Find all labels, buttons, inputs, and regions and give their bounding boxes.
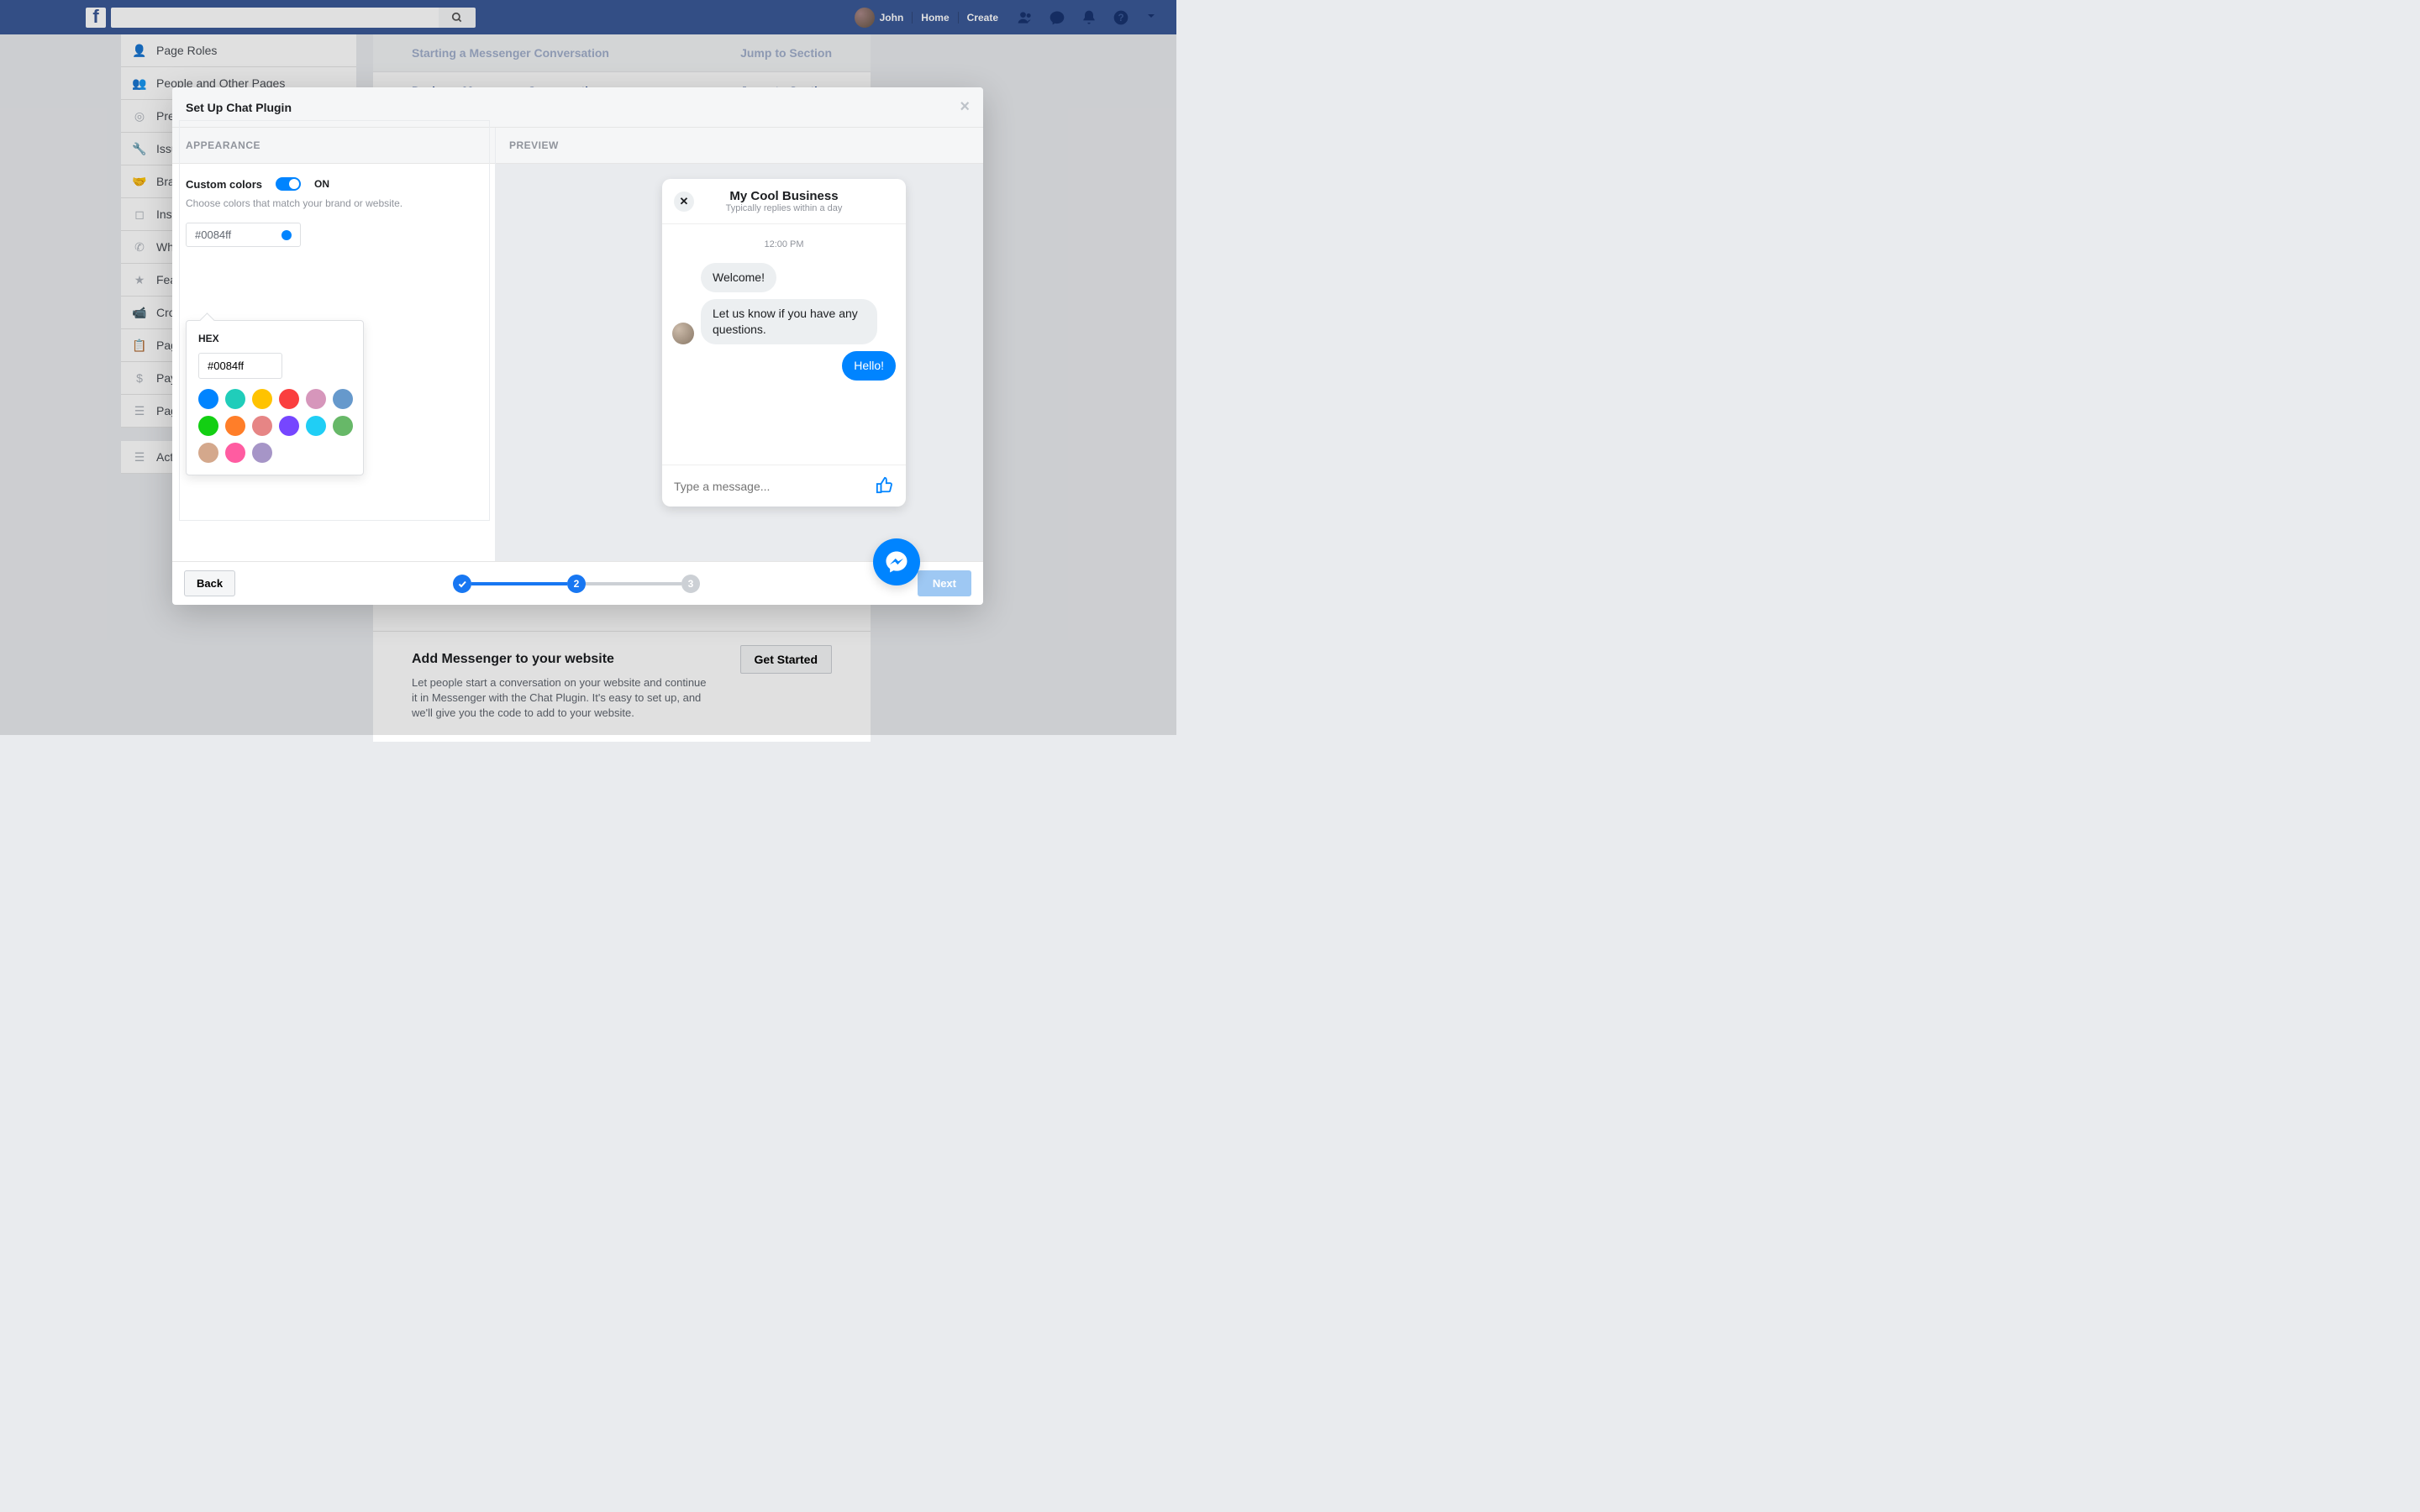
color-swatch-7[interactable] xyxy=(225,416,245,436)
chat-bubble-reply: Hello! xyxy=(842,351,896,381)
hex-label: HEX xyxy=(198,333,351,344)
color-swatch-1[interactable] xyxy=(225,389,245,409)
preview-head: PREVIEW xyxy=(496,128,983,164)
chat-plugin-modal: Set Up Chat Plugin × APPEARANCE Custom c… xyxy=(172,87,983,605)
color-swatch-5[interactable] xyxy=(333,389,353,409)
like-button[interactable] xyxy=(876,475,894,496)
toggle-state: ON xyxy=(314,178,329,190)
chat-bubble-help: Let us know if you have any questions. xyxy=(701,299,877,344)
color-swatch-11[interactable] xyxy=(333,416,353,436)
color-input[interactable]: #0084ff xyxy=(186,223,301,247)
chat-title: My Cool Business xyxy=(694,189,874,203)
color-swatch-12[interactable] xyxy=(198,443,218,463)
chat-subtitle: Typically replies within a day xyxy=(694,203,874,213)
close-button[interactable]: × xyxy=(960,97,970,117)
color-swatch-6[interactable] xyxy=(198,416,218,436)
back-button[interactable]: Back xyxy=(184,570,235,596)
chat-bubble-welcome: Welcome! xyxy=(701,263,776,292)
hex-input[interactable] xyxy=(198,353,282,379)
preview-panel: PREVIEW ✕ My Cool Business Typically rep… xyxy=(496,128,983,561)
color-input-value: #0084ff xyxy=(195,228,231,241)
helper-text: Choose colors that match your brand or w… xyxy=(186,197,481,209)
bot-avatar xyxy=(672,323,694,344)
step-1 xyxy=(453,575,471,593)
chat-preview-card: ✕ My Cool Business Typically replies wit… xyxy=(662,179,906,507)
color-swatch-icon xyxy=(281,230,292,240)
messenger-fab[interactable] xyxy=(873,538,920,585)
custom-colors-toggle[interactable] xyxy=(276,177,301,191)
color-swatch-10[interactable] xyxy=(306,416,326,436)
color-swatch-0[interactable] xyxy=(198,389,218,409)
color-swatch-4[interactable] xyxy=(306,389,326,409)
color-swatch-9[interactable] xyxy=(279,416,299,436)
chat-message-input[interactable] xyxy=(674,480,876,493)
color-swatch-3[interactable] xyxy=(279,389,299,409)
color-swatch-8[interactable] xyxy=(252,416,272,436)
color-swatch-13[interactable] xyxy=(225,443,245,463)
modal-title: Set Up Chat Plugin xyxy=(186,101,292,114)
appearance-panel: APPEARANCE Custom colors ON Choose color… xyxy=(172,128,496,561)
color-swatches xyxy=(198,389,358,463)
chat-close-button[interactable]: ✕ xyxy=(674,192,694,212)
color-swatch-2[interactable] xyxy=(252,389,272,409)
chat-timestamp: 12:00 PM xyxy=(672,239,896,249)
color-swatch-14[interactable] xyxy=(252,443,272,463)
color-popover: HEX xyxy=(186,320,364,475)
custom-colors-label: Custom colors xyxy=(186,178,262,191)
